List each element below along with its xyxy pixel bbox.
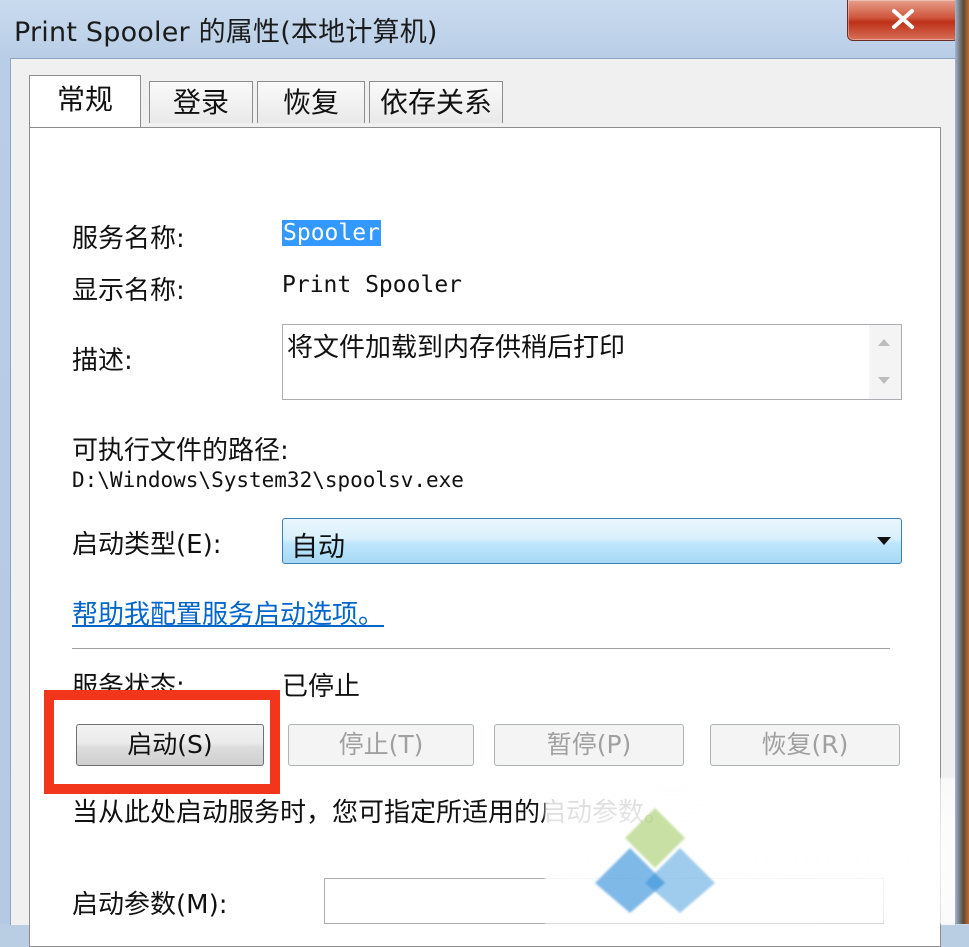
service-status-value: 已停止 (282, 672, 361, 702)
stop-button[interactable]: 停止(T) (288, 724, 474, 766)
window-title: Print Spooler 的属性(本地计算机) (14, 17, 438, 48)
resume-button[interactable]: 恢复(R) (710, 724, 900, 766)
scroll-down-icon[interactable] (878, 377, 890, 384)
service-status-label: 服务状态: (72, 672, 185, 702)
startup-type-select[interactable]: 自动 (282, 518, 902, 564)
scroll-up-icon[interactable] (878, 339, 890, 346)
startup-type-selected: 自动 (291, 532, 345, 563)
service-name-selected-text[interactable]: Spooler (282, 220, 381, 246)
service-name-value[interactable]: Spooler (282, 220, 381, 246)
service-name-label: 服务名称: (72, 224, 185, 254)
title-bar[interactable]: Print Spooler 的属性(本地计算机) (0, 0, 969, 58)
help-configure-link[interactable]: 帮助我配置服务启动选项。 (72, 594, 384, 631)
watermark-overlay (545, 778, 969, 924)
exe-path-value[interactable]: D:\Windows\System32\spoolsv.exe (72, 468, 464, 492)
pause-button[interactable]: 暂停(P) (494, 724, 684, 766)
close-button[interactable] (847, 0, 959, 41)
background-edge (955, 0, 969, 924)
display-name-value[interactable]: Print Spooler (282, 272, 462, 298)
separator-line (72, 648, 890, 650)
watermark-logo-icon (595, 808, 715, 913)
exe-path-label: 可执行文件的路径: (72, 436, 289, 466)
dropdown-arrow-icon[interactable] (877, 537, 891, 545)
tab-general[interactable]: 常规 (29, 75, 141, 127)
description-text: 将文件加载到内存供稍后打印 (287, 333, 626, 363)
description-label: 描述: (72, 346, 133, 376)
description-textbox[interactable]: 将文件加载到内存供稍后打印 (282, 324, 902, 400)
description-scrollbar[interactable] (869, 325, 901, 399)
start-button[interactable]: 启动(S) (76, 724, 264, 766)
start-params-label: 启动参数(M): (72, 890, 228, 920)
tab-logon[interactable]: 登录 (149, 81, 253, 123)
properties-window: Print Spooler 的属性(本地计算机) 常规 登录 恢复 依存关系 服… (0, 0, 969, 947)
startup-type-label: 启动类型(E): (72, 530, 222, 560)
close-icon (892, 9, 914, 29)
tab-recovery[interactable]: 恢复 (257, 81, 365, 123)
tab-dependencies[interactable]: 依存关系 (369, 81, 503, 123)
display-name-label: 显示名称: (72, 276, 185, 306)
